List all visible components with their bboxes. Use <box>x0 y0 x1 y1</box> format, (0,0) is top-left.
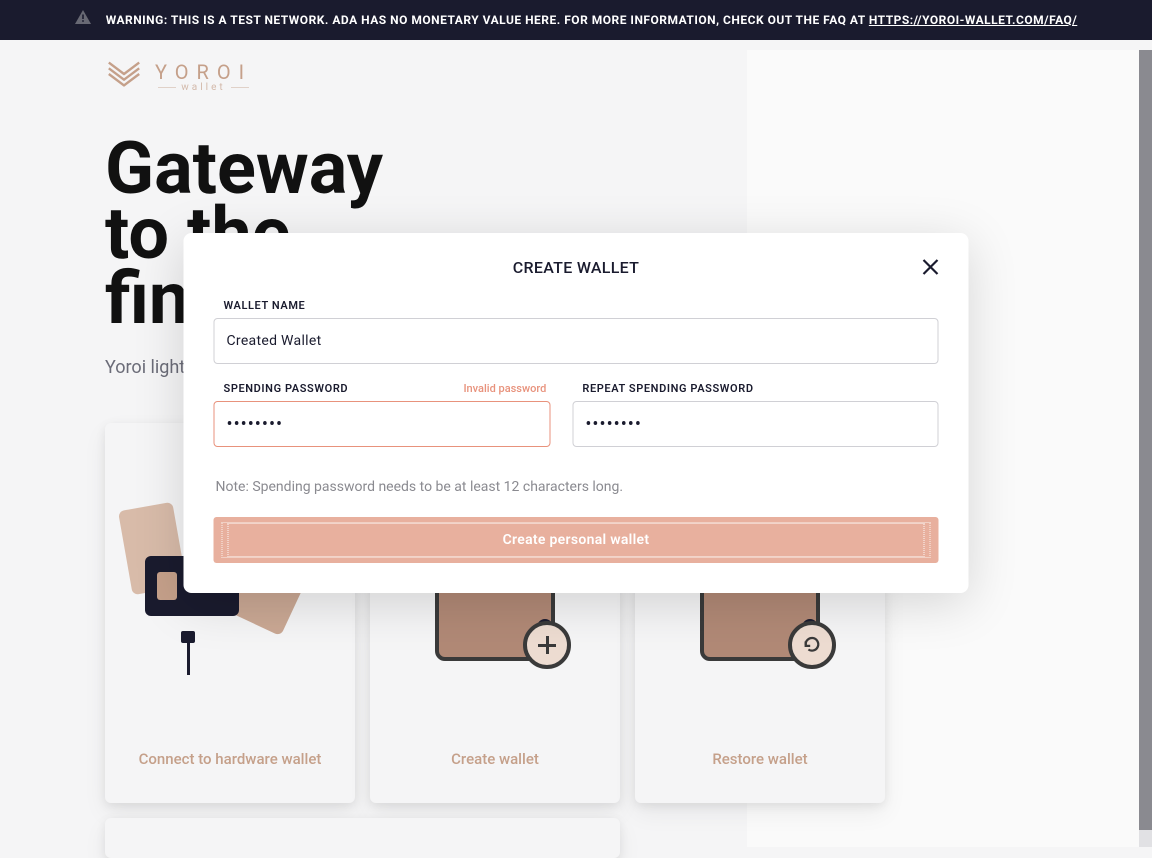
wallet-name-input[interactable] <box>214 318 939 364</box>
wallet-name-label: WALLET NAME <box>224 299 306 312</box>
logo-sub-text: wallet <box>155 82 252 93</box>
card-label: Restore wallet <box>712 750 807 768</box>
yoroi-logo-icon <box>105 55 143 97</box>
create-personal-wallet-button[interactable]: Create personal wallet <box>214 517 939 563</box>
spending-password-input[interactable] <box>214 401 551 447</box>
card-label: Connect to hardware wallet <box>139 750 322 768</box>
warning-faq-link[interactable]: HTTPS://YOROI-WALLET.COM/FAQ/ <box>869 13 1077 27</box>
modal-title: CREATE WALLET <box>214 258 939 277</box>
repeat-password-input[interactable] <box>572 401 938 447</box>
warning-text: WARNING: THIS IS A TEST NETWORK. ADA HAS… <box>106 11 1078 30</box>
create-wallet-modal: CREATE WALLET WALLET NAME SPENDING PASSW… <box>184 233 969 593</box>
spending-password-label: SPENDING PASSWORD <box>224 382 349 395</box>
repeat-password-label: REPEAT SPENDING PASSWORD <box>582 382 753 395</box>
testnet-warning-banner: WARNING: THIS IS A TEST NETWORK. ADA HAS… <box>0 0 1152 40</box>
close-icon[interactable] <box>919 255 943 279</box>
card-label: Create wallet <box>451 750 539 768</box>
card-extra[interactable] <box>105 818 620 858</box>
spending-password-error: Invalid password <box>463 382 546 395</box>
yoroi-logo[interactable]: YOROI wallet <box>105 55 252 97</box>
password-note: Note: Spending password needs to be at l… <box>214 479 939 495</box>
logo-brand-text: YOROI <box>155 60 252 84</box>
warning-icon <box>75 10 91 30</box>
